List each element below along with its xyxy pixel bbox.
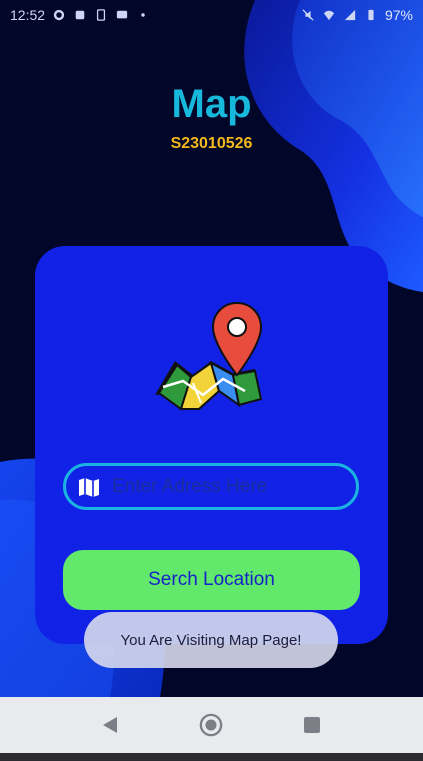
home-button[interactable] [199,713,223,737]
system-nav-bar [0,697,423,753]
message-icon [116,10,128,19]
battery-icon [368,9,374,21]
map-icon [79,477,99,497]
bottom-strip [0,753,423,761]
page-title: Map [171,82,252,126]
toast-message: You Are Visiting Map Page! [84,612,338,668]
folded-map-with-pin-icon [155,301,263,411]
recents-button[interactable] [300,713,324,737]
status-right: 97% [301,7,413,23]
location-card: Serch Location [35,246,388,644]
mute-icon [302,9,314,21]
back-icon [103,717,117,733]
address-field[interactable] [63,463,359,510]
sim-icon [96,9,106,21]
status-time: 12:52 [10,7,46,23]
wifi-icon [323,10,335,21]
recents-icon [304,717,320,733]
signal-icon [344,9,356,21]
status-left: 12:52 [10,7,150,23]
battery-level: 97% [384,7,413,23]
search-location-button[interactable]: Serch Location [63,550,360,610]
status-bar: 12:52 97% [0,0,423,30]
address-input[interactable] [112,475,342,498]
notification-icon [75,10,85,20]
whatsapp-icon [53,9,65,21]
student-id: S23010526 [170,135,253,152]
home-icon [199,713,223,737]
back-button[interactable] [98,713,122,737]
dot-icon [141,13,145,17]
